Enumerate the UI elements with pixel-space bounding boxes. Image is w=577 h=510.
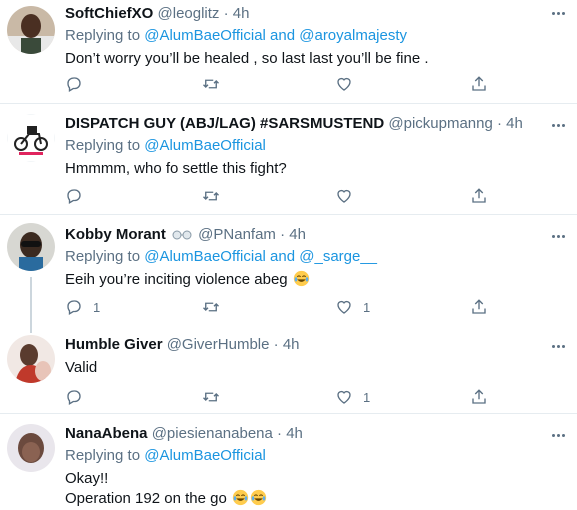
user-handle[interactable]: @pickupmanng <box>388 115 492 132</box>
user-handle[interactable]: @PNanfam <box>198 226 276 243</box>
replying-to-label: Replying to <box>65 27 141 44</box>
timestamp[interactable]: 4h <box>506 115 523 132</box>
share-button[interactable] <box>470 297 488 317</box>
retweet-icon <box>203 191 219 201</box>
separator-dot: · <box>223 5 229 22</box>
tweet-kobby-morant[interactable]: Kobby Morant @PNanfam · 4h Replying to @… <box>0 215 577 333</box>
reply-button[interactable] <box>65 387 83 407</box>
share-icon <box>472 188 486 203</box>
replying-to: Replying to @AlumBaeOfficial <box>65 136 567 156</box>
avatar[interactable] <box>7 223 55 271</box>
tweet-dispatch-guy[interactable]: DISPATCH GUY (ABJ/LAG) #SARSMUSTEND @pic… <box>0 104 577 214</box>
timestamp[interactable]: 4h <box>283 336 300 353</box>
tweet-text-content: Operation 192 on the go <box>65 490 227 507</box>
share-button[interactable] <box>470 74 488 94</box>
reply-button[interactable] <box>65 186 83 206</box>
like-button[interactable]: 1 <box>335 387 370 407</box>
like-button[interactable] <box>335 186 353 206</box>
reply-icon <box>67 300 81 315</box>
avatar[interactable] <box>7 424 55 472</box>
like-icon <box>337 300 351 314</box>
replying-to-label: Replying to <box>65 447 141 464</box>
more-icon[interactable] <box>548 8 568 18</box>
share-icon <box>472 389 486 404</box>
tears-of-joy-emoji-icon <box>232 489 249 506</box>
more-icon[interactable] <box>548 120 568 130</box>
avatar[interactable] <box>7 114 55 162</box>
tweet-softchiefxo[interactable]: SoftChiefXO @leoglitz · 4h Replying to @… <box>0 0 577 100</box>
like-count: 1 <box>363 299 371 315</box>
replying-to-link[interactable]: @AlumBaeOfficial <box>144 137 266 154</box>
user-handle[interactable]: @piesienanabena <box>152 425 273 442</box>
replying-to-link[interactable]: @AlumBaeOfficial and @aroyalmajesty <box>144 27 407 44</box>
tweet-text: Don’t worry you’ll be healed , so last l… <box>65 50 429 67</box>
glasses-icon <box>172 230 192 240</box>
timestamp[interactable]: 4h <box>286 425 303 442</box>
tweet-humble-giver[interactable]: Humble Giver @GiverHumble · 4h Valid 1 <box>0 325 577 413</box>
separator-dot: · <box>497 115 502 132</box>
reply-icon <box>67 189 81 204</box>
more-icon[interactable] <box>548 231 568 241</box>
more-icon[interactable] <box>548 430 568 440</box>
tears-of-joy-emoji-icon <box>293 270 309 287</box>
user-handle[interactable]: @leoglitz <box>158 5 220 22</box>
tweet-text: Valid <box>65 359 98 376</box>
reply-feed: SoftChiefXO @leoglitz · 4h Replying to @… <box>0 0 577 510</box>
tweet-text-content: Eeih you’re inciting violence abeg <box>65 271 288 288</box>
replying-to-link[interactable]: @AlumBaeOfficial and @_sarge__ <box>144 248 377 265</box>
replying-to-label: Replying to <box>65 248 141 265</box>
reply-count: 1 <box>93 299 101 315</box>
reply-icon <box>67 390 81 405</box>
replying-to: Replying to @AlumBaeOfficial <box>65 446 567 466</box>
replying-to-label: Replying to <box>65 137 141 154</box>
share-icon <box>472 299 486 314</box>
share-button[interactable] <box>470 387 488 407</box>
more-icon[interactable] <box>548 341 568 351</box>
reply-button[interactable] <box>65 74 83 94</box>
reply-icon <box>67 77 81 92</box>
avatar[interactable] <box>7 335 55 383</box>
like-icon <box>337 189 351 203</box>
avatar[interactable] <box>7 6 55 54</box>
like-count: 1 <box>363 389 371 405</box>
tweet-text: Hmmmm, who fo settle this fight? <box>65 160 287 177</box>
replying-to: Replying to @AlumBaeOfficial and @_sarge… <box>65 247 567 267</box>
retweet-button[interactable] <box>202 387 220 407</box>
replying-to: Replying to @AlumBaeOfficial and @aroyal… <box>65 26 567 46</box>
display-name[interactable]: Humble Giver <box>65 336 163 353</box>
timestamp[interactable]: 4h <box>233 5 250 22</box>
retweet-button[interactable] <box>202 74 220 94</box>
user-handle[interactable]: @GiverHumble <box>167 336 270 353</box>
share-button[interactable] <box>470 186 488 206</box>
display-name[interactable]: SoftChiefXO <box>65 5 153 22</box>
replying-to-link[interactable]: @AlumBaeOfficial <box>144 447 266 464</box>
tweet-text: Okay!! Operation 192 on the go <box>65 469 567 509</box>
display-name[interactable]: NanaAbena <box>65 425 148 442</box>
separator-dot: · <box>273 336 279 353</box>
tweet-text: Eeih you’re inciting violence abeg <box>65 270 567 290</box>
timestamp[interactable]: 4h <box>289 226 306 243</box>
tweet-nanaabena[interactable]: NanaAbena @piesienanabena · 4h Replying … <box>0 414 577 510</box>
retweet-icon <box>203 79 219 89</box>
retweet-icon <box>203 302 219 312</box>
like-icon <box>337 77 351 91</box>
like-button[interactable]: 1 <box>335 297 370 317</box>
separator-dot: · <box>280 226 286 243</box>
display-name[interactable]: DISPATCH GUY (ABJ/LAG) #SARSMUSTEND <box>65 115 384 132</box>
display-name[interactable]: Kobby Morant <box>65 226 166 243</box>
reply-button[interactable]: 1 <box>65 297 100 317</box>
retweet-icon <box>203 392 219 402</box>
separator-dot: · <box>277 425 283 442</box>
retweet-button[interactable] <box>202 297 220 317</box>
retweet-button[interactable] <box>202 186 220 206</box>
like-icon <box>337 390 351 404</box>
share-icon <box>472 76 486 91</box>
tweet-text-line-1: Okay!! <box>65 470 109 487</box>
tears-of-joy-emoji-icon <box>250 489 267 506</box>
tweet-text-line-2: Operation 192 on the go <box>65 489 567 509</box>
like-button[interactable] <box>335 74 353 94</box>
